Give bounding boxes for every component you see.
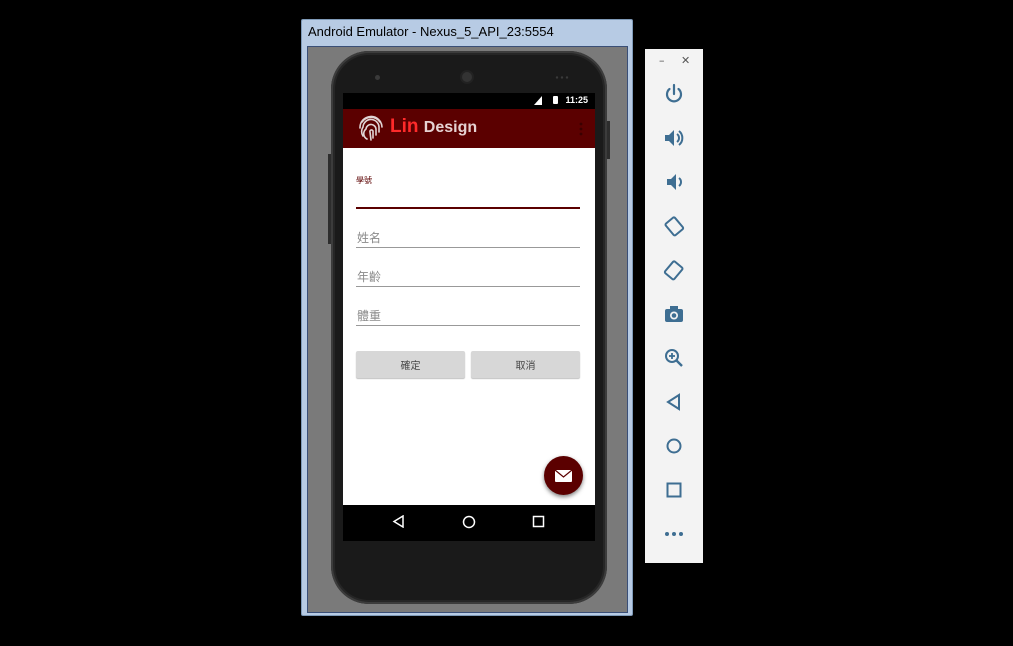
speaker-dots (555, 76, 569, 79)
minimize-button[interactable]: – (659, 54, 665, 67)
age-field[interactable]: 年齡 (356, 266, 580, 290)
home-icon[interactable] (662, 434, 686, 458)
name-hint: 姓名 (357, 231, 382, 245)
phone-frame: 11:25 Lin Design 學號 姓名 年齡 體重 確定 取消 (328, 51, 610, 604)
volume-up-icon[interactable] (662, 126, 686, 150)
student-id-label: 學號 (356, 176, 372, 185)
status-bar: 11:25 (343, 93, 595, 109)
toolbar-window-controls: – ✕ (645, 54, 703, 68)
cancel-button[interactable]: 取消 (471, 351, 580, 378)
overview-icon[interactable] (662, 478, 686, 502)
sensor-dot (375, 75, 380, 80)
more-icon[interactable] (662, 522, 686, 546)
device-screen: 11:25 Lin Design 學號 姓名 年齡 體重 確定 取消 (343, 93, 595, 541)
app-brand: Lin Design (390, 116, 477, 138)
app-bar: Lin Design (343, 109, 595, 148)
battery-icon (553, 96, 558, 104)
confirm-button[interactable]: 確定 (356, 351, 465, 378)
emulator-window: Android Emulator - Nexus_5_API_23:5554 1… (301, 19, 633, 616)
weight-hint: 體重 (357, 309, 382, 323)
rotate-left-icon[interactable] (662, 214, 686, 238)
power-icon[interactable] (662, 82, 686, 106)
navigation-bar (343, 505, 595, 541)
overflow-menu-icon[interactable] (579, 122, 583, 136)
close-button[interactable]: ✕ (681, 54, 690, 67)
rotate-right-icon[interactable] (662, 258, 686, 282)
camera-icon[interactable] (662, 302, 686, 326)
fingerprint-icon (359, 115, 383, 141)
back-icon[interactable] (662, 390, 686, 414)
email-fab[interactable] (544, 456, 583, 495)
side-button-right (607, 121, 610, 159)
signal-icon (534, 96, 542, 105)
age-hint: 年齡 (357, 270, 382, 284)
email-icon (554, 469, 573, 482)
name-underline (356, 247, 580, 248)
student-id-underline (356, 207, 580, 209)
age-underline (356, 286, 580, 287)
nav-home-icon[interactable] (462, 515, 476, 529)
volume-down-icon[interactable] (662, 170, 686, 194)
front-camera (462, 72, 472, 82)
side-button-left (328, 154, 331, 244)
zoom-icon[interactable] (662, 346, 686, 370)
name-field[interactable]: 姓名 (356, 227, 580, 251)
emulator-toolbar: – ✕ (645, 49, 703, 563)
brand-lin: Lin (390, 116, 419, 137)
weight-underline (356, 325, 580, 326)
student-id-field[interactable]: 學號 (356, 175, 580, 209)
weight-field[interactable]: 體重 (356, 305, 580, 329)
emulator-client-area: 11:25 Lin Design 學號 姓名 年齡 體重 確定 取消 (307, 46, 628, 613)
window-title: Android Emulator - Nexus_5_API_23:5554 (308, 24, 554, 39)
nav-back-icon[interactable] (392, 515, 405, 528)
status-time: 11:25 (565, 95, 588, 105)
brand-design: Design (423, 119, 478, 136)
nav-overview-icon[interactable] (532, 515, 545, 528)
